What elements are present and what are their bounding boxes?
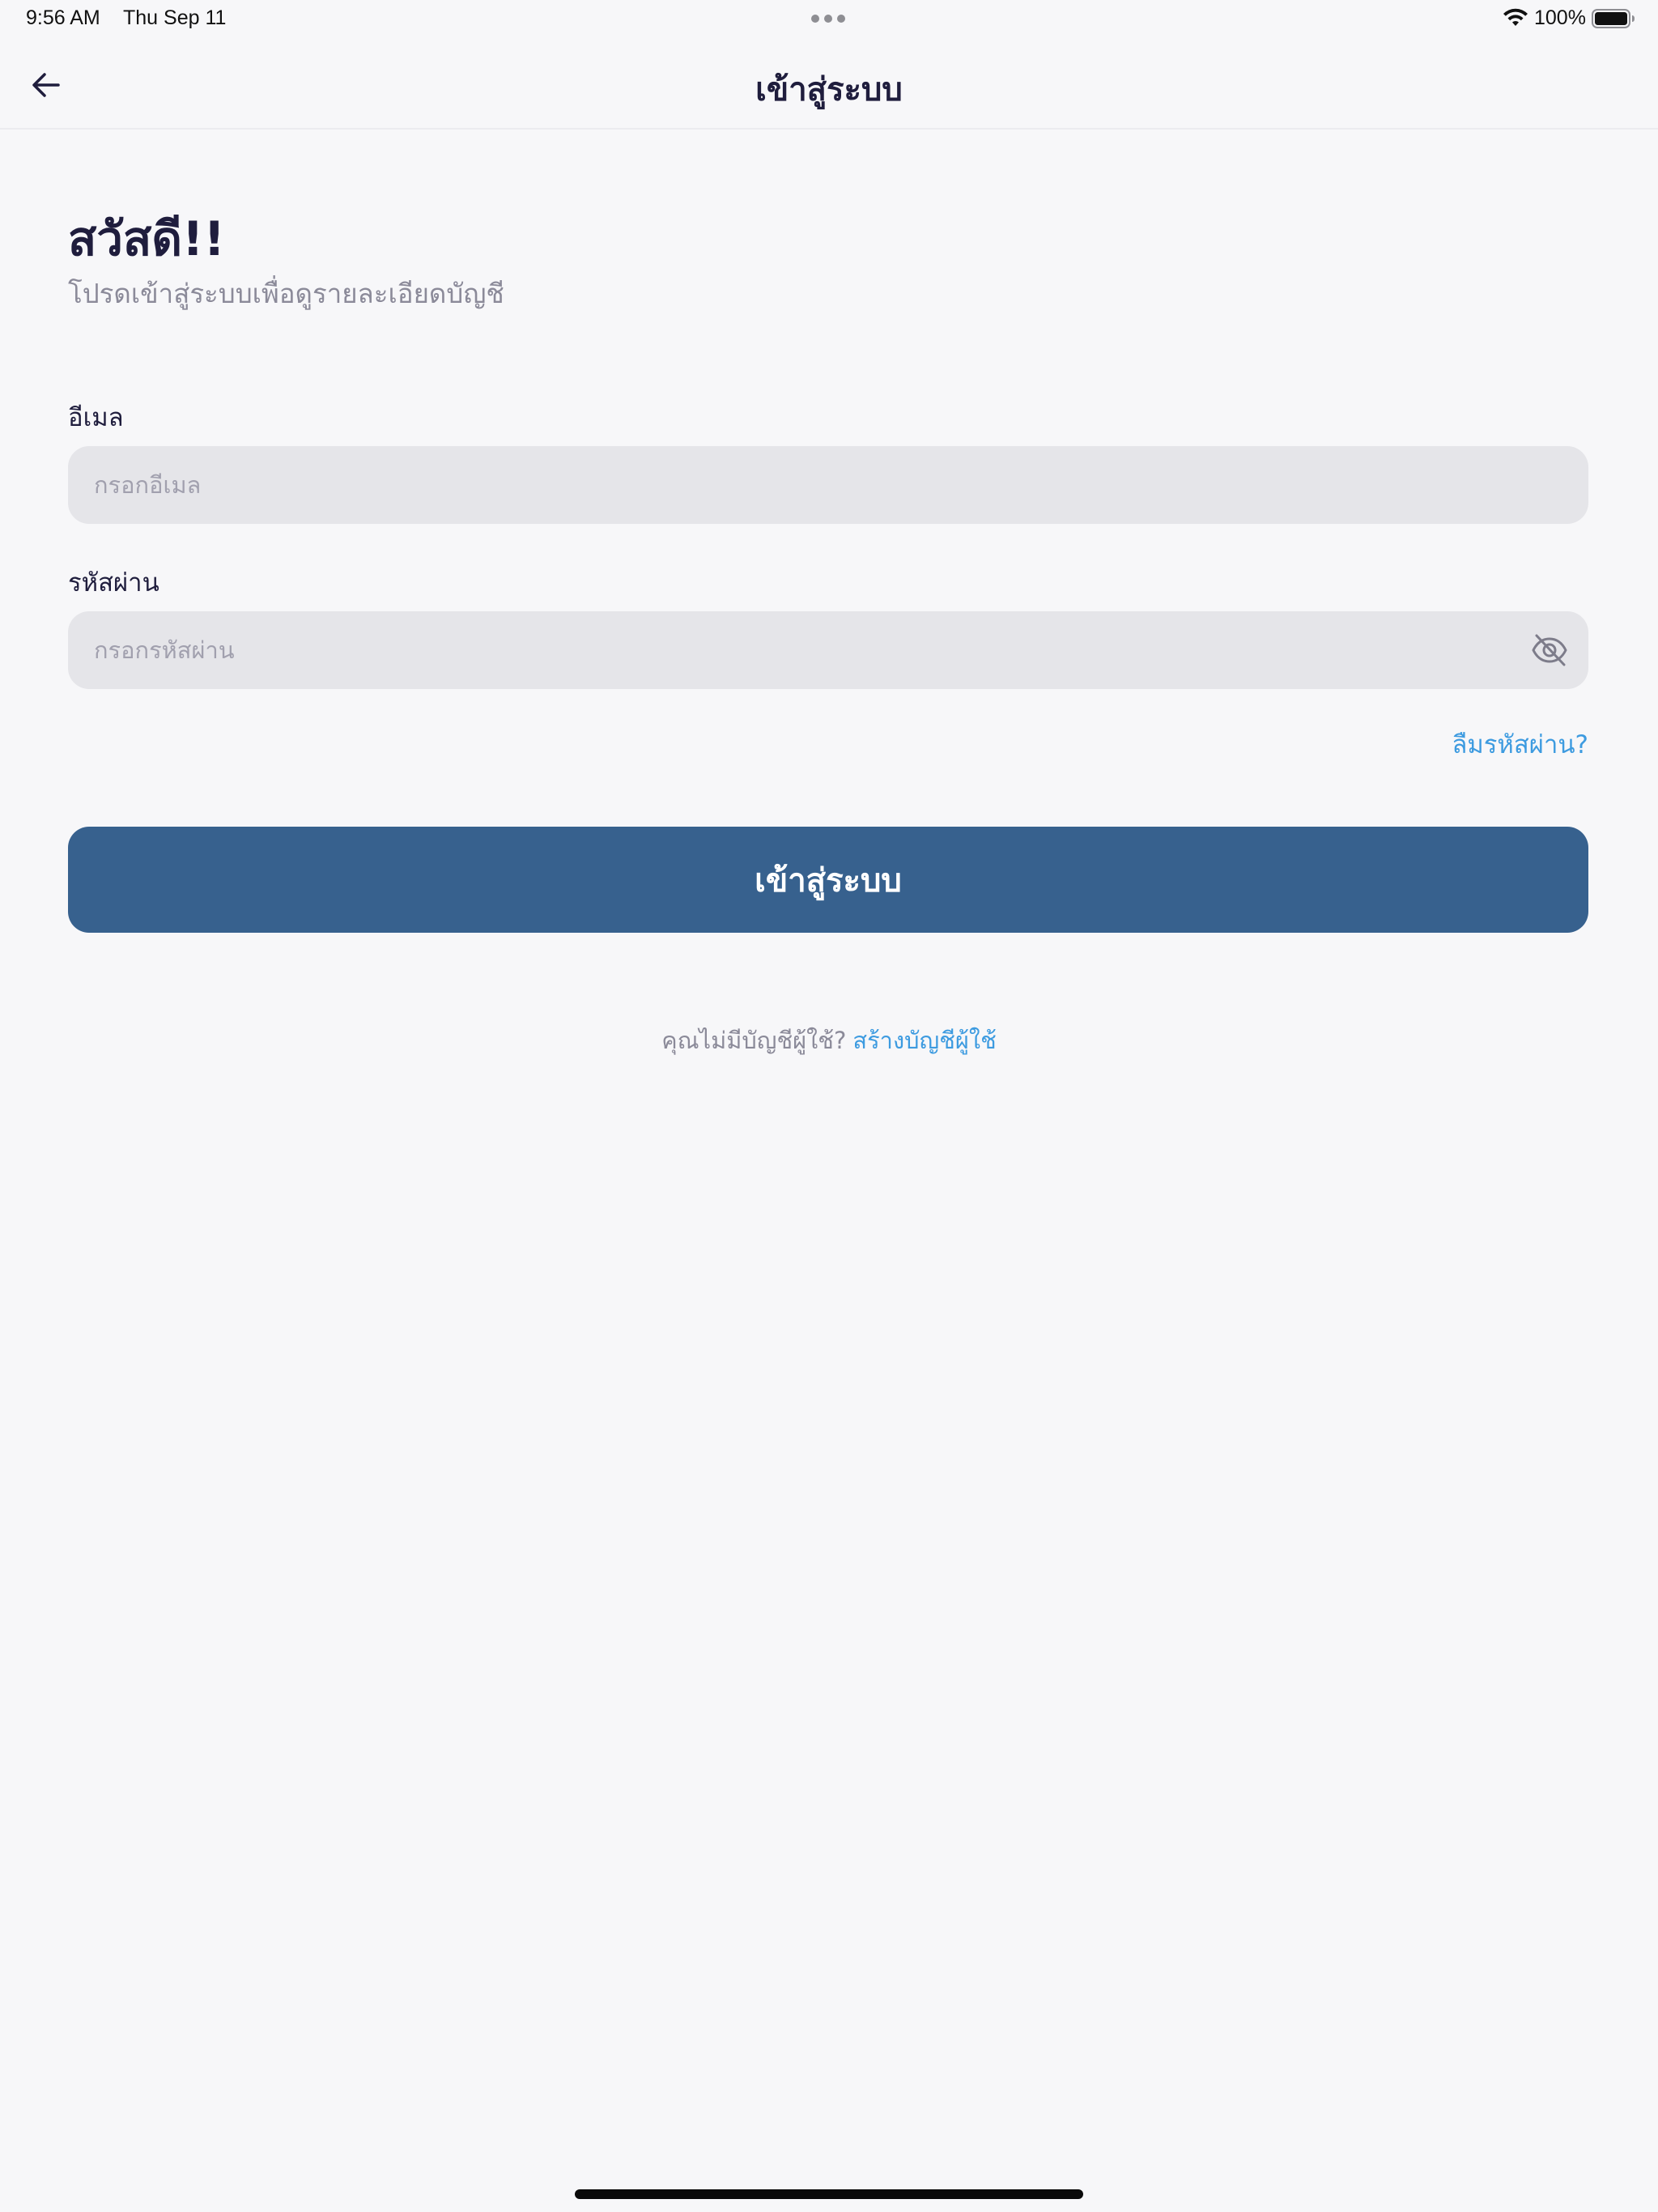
forgot-password-link[interactable]: ลืมรหัสผ่าน? bbox=[1452, 724, 1588, 764]
status-bar: 9:56 AM Thu Sep 11 100% bbox=[0, 0, 1658, 39]
signup-row: คุณไม่มีบัญชีผู้ใช้? สร้างบัญชีผู้ใช้ bbox=[0, 1022, 1658, 1059]
create-account-link[interactable]: สร้างบัญชีผู้ใช้ bbox=[852, 1027, 996, 1054]
wifi-icon bbox=[1503, 8, 1528, 26]
battery-icon bbox=[1592, 9, 1635, 28]
email-field[interactable] bbox=[94, 446, 1503, 524]
password-label: รหัสผ่าน bbox=[68, 568, 159, 598]
home-indicator[interactable] bbox=[575, 2189, 1083, 2199]
status-time: 9:56 AM bbox=[26, 6, 100, 29]
status-date: Thu Sep 11 bbox=[123, 6, 227, 29]
multitasking-dots-icon[interactable] bbox=[811, 15, 845, 23]
battery-percent: 100% bbox=[1534, 6, 1586, 29]
email-label: อีเมล bbox=[68, 403, 124, 432]
password-field[interactable] bbox=[94, 611, 1503, 689]
navigation-bar: เข้าสู่ระบบ bbox=[0, 39, 1658, 130]
greeting-title: สวัสดี!! bbox=[68, 211, 225, 266]
email-field-container[interactable] bbox=[68, 446, 1588, 524]
password-field-container[interactable] bbox=[68, 611, 1588, 689]
login-button[interactable]: เข้าสู่ระบบ bbox=[68, 827, 1588, 933]
signup-prompt: คุณไม่มีบัญชีผู้ใช้? bbox=[661, 1027, 847, 1054]
eye-slash-icon[interactable] bbox=[1530, 631, 1569, 670]
greeting-subtitle: โปรดเข้าสู่ระบบเพื่อดูรายละเอียดบัญชี bbox=[68, 278, 504, 309]
page-title: เข้าสู่ระบบ bbox=[755, 71, 903, 108]
